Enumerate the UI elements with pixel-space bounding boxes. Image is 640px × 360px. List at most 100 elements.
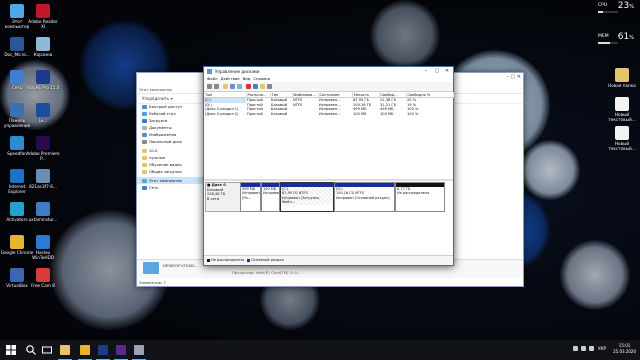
minimize-button[interactable]: – <box>421 68 431 75</box>
check-icon[interactable] <box>253 84 258 89</box>
desktop-icon[interactable]: uxtaminstur... <box>26 202 60 222</box>
folder-icon <box>142 132 147 137</box>
explorer-address-bar[interactable]: Этот компьютер <box>139 87 172 93</box>
start-icon[interactable] <box>4 343 18 357</box>
app-icon <box>36 268 50 282</box>
vegas-icon[interactable] <box>96 343 110 360</box>
nav-item-label: Документы <box>149 125 172 130</box>
open-icon[interactable] <box>260 84 265 89</box>
language-indicator[interactable]: УКР <box>598 346 606 351</box>
view-icon[interactable] <box>267 84 272 89</box>
partition-block[interactable]: 6,77 ГБ Не распределена <box>395 182 445 212</box>
forward-icon[interactable] <box>214 84 219 89</box>
desktop-icon[interactable]: Hasleo WinToHDD <box>26 235 60 260</box>
premiere-icon[interactable] <box>114 343 128 360</box>
partition-status: Исправен (Загрузка, Файл... <box>282 195 320 205</box>
chrome-icon[interactable] <box>78 343 92 360</box>
desktop-icon[interactable]: Adobe Reader XI <box>26 4 60 29</box>
desktop-icon-label: 821ac3f7-6... <box>29 184 57 189</box>
folder-icon <box>142 104 147 109</box>
nav-item[interactable]: Этот компьютер <box>137 177 205 184</box>
close-button[interactable]: ✕ <box>442 68 452 75</box>
partition-block[interactable]: (D:) 150,16 ГБ NTFS Исправен (Основной раз… <box>334 182 395 212</box>
app-icon <box>36 4 50 18</box>
desktop-icon[interactable]: Новая папка <box>605 68 639 88</box>
bokeh-light <box>520 140 580 200</box>
file-explorer-icon[interactable] <box>58 343 72 360</box>
nav-item-label: Обучение видео <box>149 162 182 167</box>
nav-item[interactable]: Рабочий стол <box>137 110 205 117</box>
table-cell: 100 МБ <box>353 111 367 116</box>
app-icon <box>36 136 50 150</box>
properties-icon[interactable] <box>230 84 235 89</box>
taskbar: УКР 15:01 25.03.2020 <box>0 340 640 360</box>
computer-icon <box>143 262 159 274</box>
partition-body: (C:) 87,95 ГБ NTFS Исправен (Загрузка, Фай… <box>281 187 333 205</box>
folder-icon <box>142 139 147 144</box>
mem-level-bar <box>598 42 611 44</box>
help-icon[interactable] <box>237 84 242 89</box>
nav-item[interactable]: Сеть <box>137 184 205 191</box>
partition-block[interactable]: 100 МБ Исправен <box>261 182 280 212</box>
desktop-icon[interactable]: Новый текстовый... <box>605 97 639 122</box>
search-icon[interactable] <box>24 343 38 357</box>
folder-icon <box>142 125 147 130</box>
app-icon <box>36 70 50 84</box>
text-file-icon <box>615 97 629 111</box>
desktop-icon[interactable]: Free Cam 8 <box>26 268 60 288</box>
nav-item[interactable]: нужные <box>137 154 205 161</box>
desktop-icon[interactable]: Новый текстовый... <box>605 126 639 151</box>
organize-button[interactable]: Упорядочить ▾ <box>142 96 173 101</box>
maximize-button[interactable]: ▢ <box>432 68 442 75</box>
legend-label: Основной раздел <box>251 258 285 262</box>
nav-item[interactable]: Загрузки <box>137 117 205 124</box>
cpu-value: 23% <box>617 1 634 11</box>
nav-item[interactable]: Общие загрузки <box>137 168 205 175</box>
disk-0-label[interactable]: ■ Диск 0 Базовый 238,46 ГБ В сети <box>205 182 241 212</box>
table-row[interactable]: (Диск 0 раздел 2) Простой Базовый Исправен.… <box>204 112 453 117</box>
mem-gauge: MEM 61% <box>598 32 634 47</box>
back-icon[interactable] <box>207 84 212 89</box>
table-cell <box>292 112 318 117</box>
nav-item[interactable]: Изображения <box>137 131 205 138</box>
nav-item[interactable]: Быстрый доступ <box>137 103 205 110</box>
app-icon <box>10 70 24 84</box>
nav-item[interactable]: Локальный диск <box>137 138 205 145</box>
clock[interactable]: 15:01 25.03.2020 <box>613 343 636 355</box>
partition-body: 100 МБ Исправен <box>262 187 279 196</box>
folder-icon <box>142 162 147 167</box>
volume-list[interactable]: Том Располо... Тип Файловая ... Состояние Емк… <box>204 92 454 116</box>
desktop-icon-label: VEGAS Pro 15.0 <box>26 85 60 90</box>
bokeh-light <box>370 0 440 70</box>
partition-block[interactable]: (C:) 87,95 ГБ NTFS Исправен (Загрузка, Фай… <box>280 182 334 212</box>
nav-item-label: нужные <box>149 155 165 160</box>
app-icon <box>36 202 50 216</box>
nav-item[interactable]: 10.0 <box>137 147 205 154</box>
battery-icon[interactable] <box>589 346 594 351</box>
volume-icon[interactable] <box>581 346 586 351</box>
nav-item[interactable]: Документы <box>137 124 205 131</box>
nav-item[interactable]: Обучение видео <box>137 161 205 168</box>
nav-item-label: Изображения <box>149 132 177 137</box>
desktop-icon[interactable]: VEGAS Pro 15.0 <box>26 70 60 90</box>
nav-item-label: Рабочий стол <box>149 111 176 116</box>
processor-info: Процессор: Intel(R) Core(TM) i3-0... <box>232 270 301 275</box>
disk-management-icon[interactable] <box>132 343 146 360</box>
explorer-nav-pane: Быстрый доступ Рабочий стол Загрузки Докуме… <box>137 103 206 279</box>
desktop-icon[interactable]: 821ac3f7-6... <box>26 169 60 189</box>
desktop-icon[interactable]: Adobe Premiere P... <box>26 136 60 161</box>
desktop-icon[interactable]: Le... <box>26 103 60 123</box>
explorer-status-bar: Элементов: 7 <box>139 280 166 285</box>
network-icon[interactable] <box>573 346 578 351</box>
folder-icon <box>142 118 147 123</box>
explorer-window-controls[interactable]: – ▢ ✕ <box>491 74 521 80</box>
task-view-icon[interactable] <box>40 343 54 357</box>
app-icon <box>36 103 50 117</box>
folder-icon[interactable] <box>223 84 228 89</box>
partition-block[interactable]: 499 МБ Исправен (Ра... <box>240 182 261 212</box>
disk-management-window[interactable]: Управление дисками – ▢ ✕ Файл Действие Вид… <box>203 66 454 266</box>
desktop-icon[interactable]: Корзина <box>26 37 60 57</box>
desktop-icon-label: Новая папка <box>608 83 636 88</box>
delete-icon[interactable] <box>246 84 251 89</box>
partition-status: Исправен (Основной раздел) <box>336 195 390 200</box>
